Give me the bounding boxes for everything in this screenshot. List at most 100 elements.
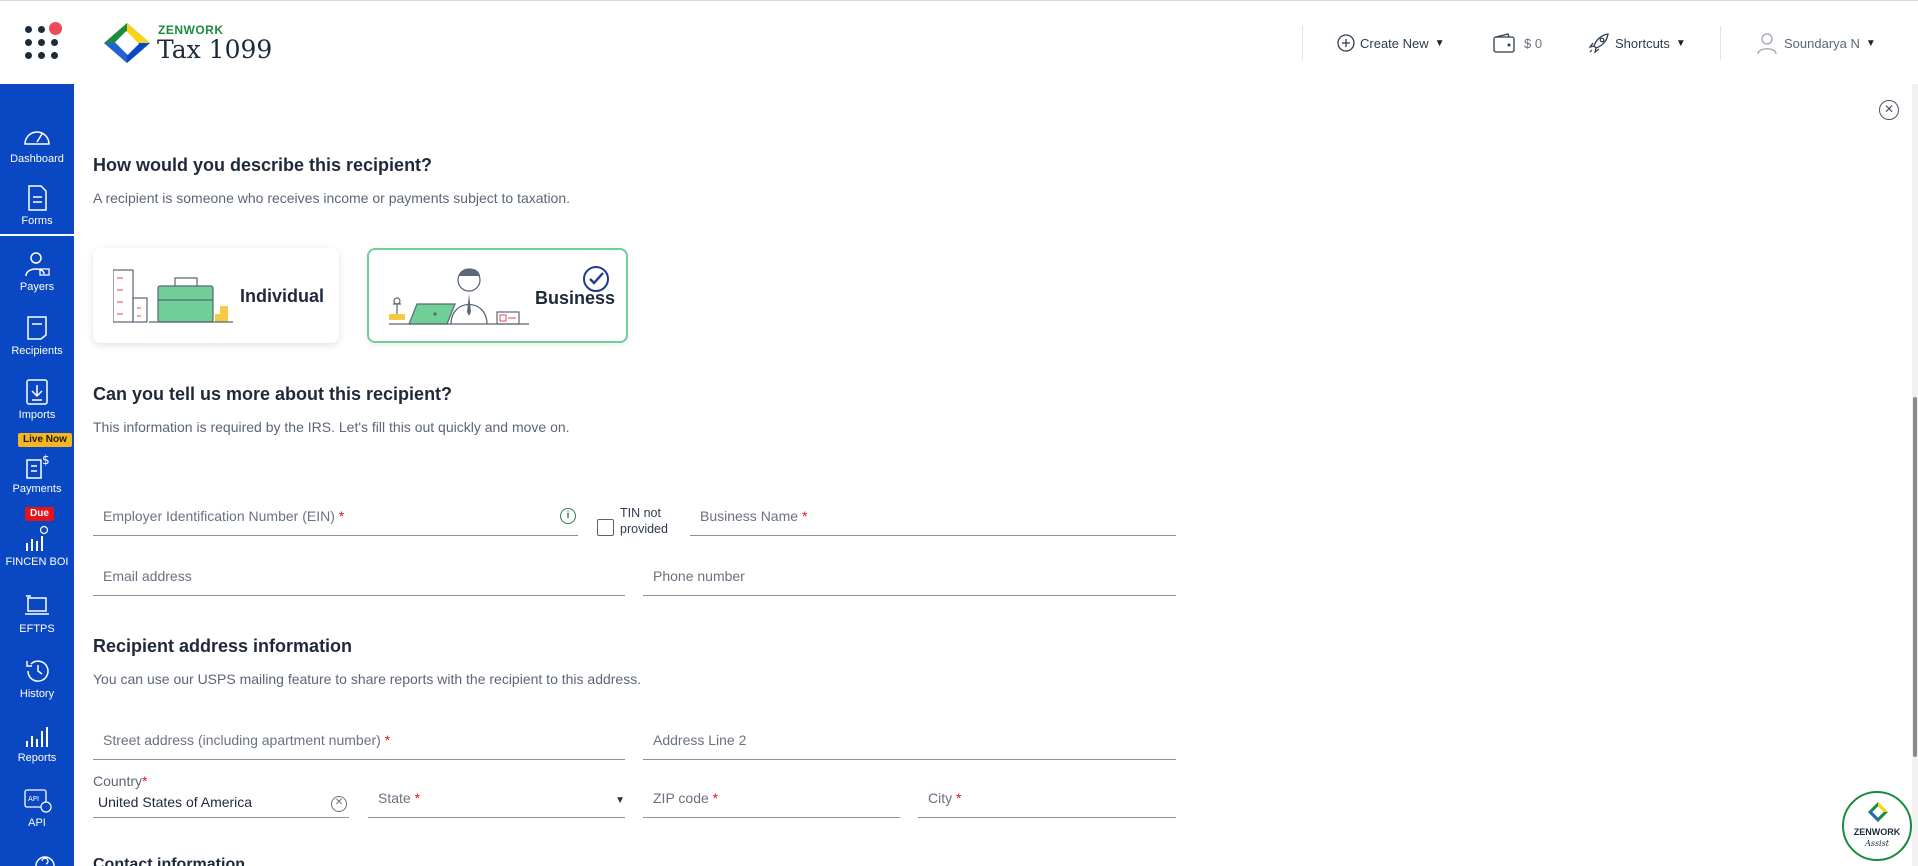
info-icon[interactable]: i [560,508,576,524]
wallet-button[interactable]: $ 0 [1493,31,1542,55]
notification-dot [49,22,62,35]
zip-code-field[interactable]: ZIP code * [643,776,900,818]
required-asterisk: * [414,790,421,806]
top-header: ZENWORK Tax 1099 Create New ▼ $ 0 Shortc… [0,0,1918,84]
assist-subtitle: Assist [1865,839,1889,848]
sidebar-item-forms[interactable]: Forms [0,184,74,227]
imports-icon [26,379,48,405]
sidebar-item-eftps[interactable]: EFTPS [0,592,74,635]
state-select[interactable]: State * ▼ [368,776,625,818]
ein-field[interactable]: Employer Identification Number (EIN) * i [93,494,578,536]
city-field[interactable]: City * [918,776,1176,818]
clear-country-icon[interactable]: ✕ [331,796,347,812]
business-name-field[interactable]: Business Name * [690,494,1176,536]
required-asterisk: * [801,508,808,524]
sidebar-item-fincen-boi[interactable]: FINCEN BOI [0,525,74,568]
plus-circle-icon [1337,34,1355,52]
sidebar-item-label: Payments [12,483,62,495]
country-value: United States of America [98,794,253,810]
close-button[interactable]: ✕ [1879,100,1899,120]
business-name-placeholder: Business Name [700,508,799,524]
fincen-icon [26,525,49,551]
create-new-label: Create New [1360,35,1429,51]
sidebar-item-payments[interactable]: $ Payments [0,452,74,495]
sidebar-item-label: FINCEN BOI [5,556,69,568]
required-asterisk: * [956,790,962,806]
recipients-icon [27,316,47,340]
chevron-down-icon: ▼ [615,795,625,806]
sidebar-item-history[interactable]: History [0,657,74,700]
sidebar-item-label: Forms [21,215,53,227]
sidebar-item-label: History [19,688,55,700]
address-line-2-placeholder: Address Line 2 [653,732,747,748]
sidebar-item-label: Dashboard [10,153,64,165]
recipient-details-subtitle: This information is required by the IRS.… [93,419,570,435]
payments-icon: $ [26,453,50,479]
live-now-badge: Live Now [18,433,72,447]
dashboard-icon [24,131,50,145]
chevron-down-icon: ▼ [1865,37,1876,49]
tin-not-provided-checkbox[interactable] [597,519,614,536]
sidebar-item-payers[interactable]: Payers [0,250,74,293]
tin-label-line2: provided [620,522,668,536]
wallet-balance: $ 0 [1524,35,1543,51]
scrollbar-thumb[interactable] [1913,397,1917,757]
chevron-down-icon: ▼ [1675,37,1686,49]
zenwork-assist-button[interactable]: ZENWORK Assist [1842,791,1912,861]
phone-placeholder: Phone number [653,568,745,584]
sidebar-item-api[interactable]: API API [0,786,74,829]
next-section-title: Contact information [93,856,245,866]
recipient-details-title: Can you tell us more about this recipien… [93,384,453,404]
sidebar-item-label: Payers [19,281,55,293]
sidebar: Dashboard Forms Payers Recipients Import… [0,84,74,866]
street-address-field[interactable]: Street address (including apartment numb… [93,718,625,760]
business-illustration-icon [389,268,529,325]
ein-placeholder: Employer Identification Number (EIN) [103,508,335,524]
sidebar-item-label: Recipients [11,345,63,357]
user-menu-button[interactable]: Soundarya N ▼ [1755,31,1876,55]
sidebar-item-label: API [28,817,46,829]
shortcuts-button[interactable]: Shortcuts ▼ [1588,31,1686,55]
individual-option-card[interactable]: Individual [93,248,339,343]
shortcuts-label: Shortcuts [1615,35,1670,51]
wallet-icon [1493,33,1515,53]
sidebar-item-imports[interactable]: Imports [0,378,74,421]
assist-brand: ZENWORK [1853,827,1901,837]
svg-text:$: $ [42,453,50,467]
user-name: Soundarya N [1784,35,1860,51]
sidebar-item-recipients[interactable]: Recipients [0,314,74,357]
required-asterisk: * [338,508,345,524]
sidebar-item-dashboard[interactable]: Dashboard [0,122,74,165]
city-placeholder: City [928,790,953,806]
tin-not-provided-label: TIN not provided [620,505,668,537]
chevron-down-icon: ▼ [1434,37,1445,49]
selected-check-icon [583,266,609,292]
required-asterisk: * [712,790,719,806]
business-option-card[interactable]: Business [367,248,628,343]
header-divider [1302,26,1303,60]
sidebar-item-label: EFTPS [19,623,55,635]
sidebar-item-label: Imports [18,409,56,421]
assist-logo-icon [1868,802,1888,822]
sidebar-divider [0,234,74,236]
phone-field[interactable]: Phone number [643,554,1176,596]
email-placeholder: Email address [103,568,192,584]
forms-icon [28,185,47,211]
zip-placeholder: ZIP code [653,790,709,806]
sidebar-item-reports[interactable]: Reports [0,721,74,764]
user-avatar-icon [1757,33,1777,55]
individual-label: Individual [240,286,325,306]
zenwork-logo-icon [104,23,150,63]
email-field[interactable]: Email address [93,554,625,596]
state-placeholder: State [378,790,411,806]
header-divider [1720,26,1721,60]
address-line-2-field[interactable]: Address Line 2 [643,718,1176,760]
brand-title: Tax 1099 [157,35,273,64]
svg-text:API: API [28,795,39,803]
tin-label-line1: TIN not [620,506,661,520]
create-new-button[interactable]: Create New ▼ [1337,31,1445,55]
recipient-type-subtitle: A recipient is someone who receives inco… [93,190,571,206]
payers-icon [25,252,50,277]
address-section-title: Recipient address information [93,636,353,656]
help-icon[interactable] [34,852,56,866]
